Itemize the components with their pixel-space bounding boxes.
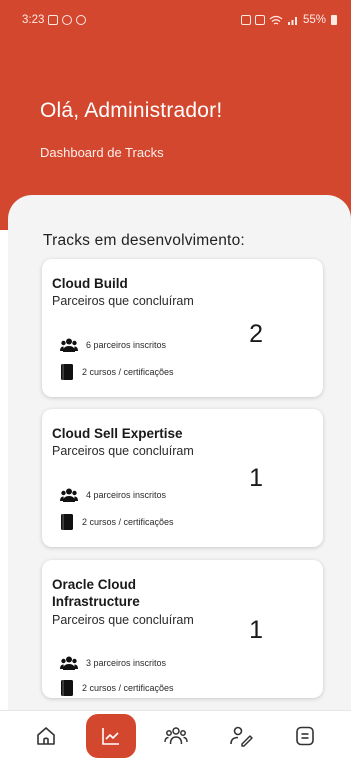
battery-percentage: 55% [302, 14, 326, 26]
courses-text: 2 cursos / certificações [82, 683, 174, 693]
courses-text: 2 cursos / certificações [82, 517, 174, 527]
status-bar: 3:23 55% [0, 0, 351, 40]
lock-icon [240, 15, 251, 25]
track-title: Oracle Cloud Infrastructure [52, 577, 140, 609]
group-icon [60, 656, 78, 670]
nav-partners[interactable] [152, 716, 200, 756]
partners-enrolled-text: 4 parceiros inscritos [86, 490, 167, 500]
partners-enrolled: 3 parceiros inscritos [60, 656, 166, 670]
nav-documents[interactable] [281, 716, 329, 756]
book-icon [61, 680, 73, 696]
partners-enrolled: 6 parceiros inscritos [60, 338, 166, 352]
document-icon [296, 726, 314, 746]
track-title: Cloud Build [52, 276, 128, 291]
track-subtitle: Parceiros que concluíram [52, 444, 194, 458]
courses-info: 2 cursos / certificações [60, 363, 174, 381]
whatsapp-notification-icon [62, 15, 73, 25]
battery-icon [331, 15, 337, 25]
photo-notification-icon [48, 15, 59, 25]
courses-info: 2 cursos / certificações [60, 679, 174, 697]
nav-profile-edit[interactable] [217, 716, 265, 756]
group-icon [60, 338, 78, 352]
section-title: Tracks em desenvolvimento: [43, 232, 245, 249]
partners-enrolled: 4 parceiros inscritos [60, 488, 166, 502]
instagram-notification-icon [76, 15, 87, 25]
users-icon [164, 727, 189, 745]
completed-count: 1 [249, 616, 263, 644]
silent-icon [254, 15, 265, 25]
home-icon [37, 727, 55, 745]
track-subtitle: Parceiros que concluíram [52, 613, 194, 627]
track-subtitle: Parceiros que concluíram [52, 294, 194, 308]
book-icon [61, 514, 73, 530]
track-title: Cloud Sell Expertise [52, 426, 183, 441]
signal-icon [287, 17, 297, 25]
nav-home[interactable] [22, 716, 70, 756]
courses-info: 2 cursos / certificações [60, 513, 174, 531]
partners-enrolled-text: 6 parceiros inscritos [86, 340, 167, 350]
group-icon [60, 488, 78, 502]
courses-text: 2 cursos / certificações [82, 367, 174, 377]
chart-icon [102, 728, 120, 745]
completed-count: 1 [249, 464, 263, 492]
bottom-navigation [0, 710, 351, 761]
wifi-icon [269, 15, 283, 25]
partners-enrolled-text: 3 parceiros inscritos [86, 658, 167, 668]
track-card-cloud-build[interactable]: Cloud Build Parceiros que concluíram 2 6… [42, 259, 323, 397]
book-icon [61, 364, 73, 380]
nav-dashboard[interactable] [86, 714, 137, 758]
status-time: 3:23 [22, 14, 45, 26]
track-card-cloud-sell-expertise[interactable]: Cloud Sell Expertise Parceiros que concl… [42, 409, 323, 547]
dashboard-subtitle: Dashboard de Tracks [40, 145, 164, 160]
track-card-oracle-cloud-infrastructure[interactable]: Oracle Cloud Infrastructure Parceiros qu… [42, 560, 323, 698]
greeting-title: Olá, Administrador! [40, 99, 223, 122]
completed-count: 2 [249, 320, 263, 348]
user-edit-icon [229, 726, 253, 747]
